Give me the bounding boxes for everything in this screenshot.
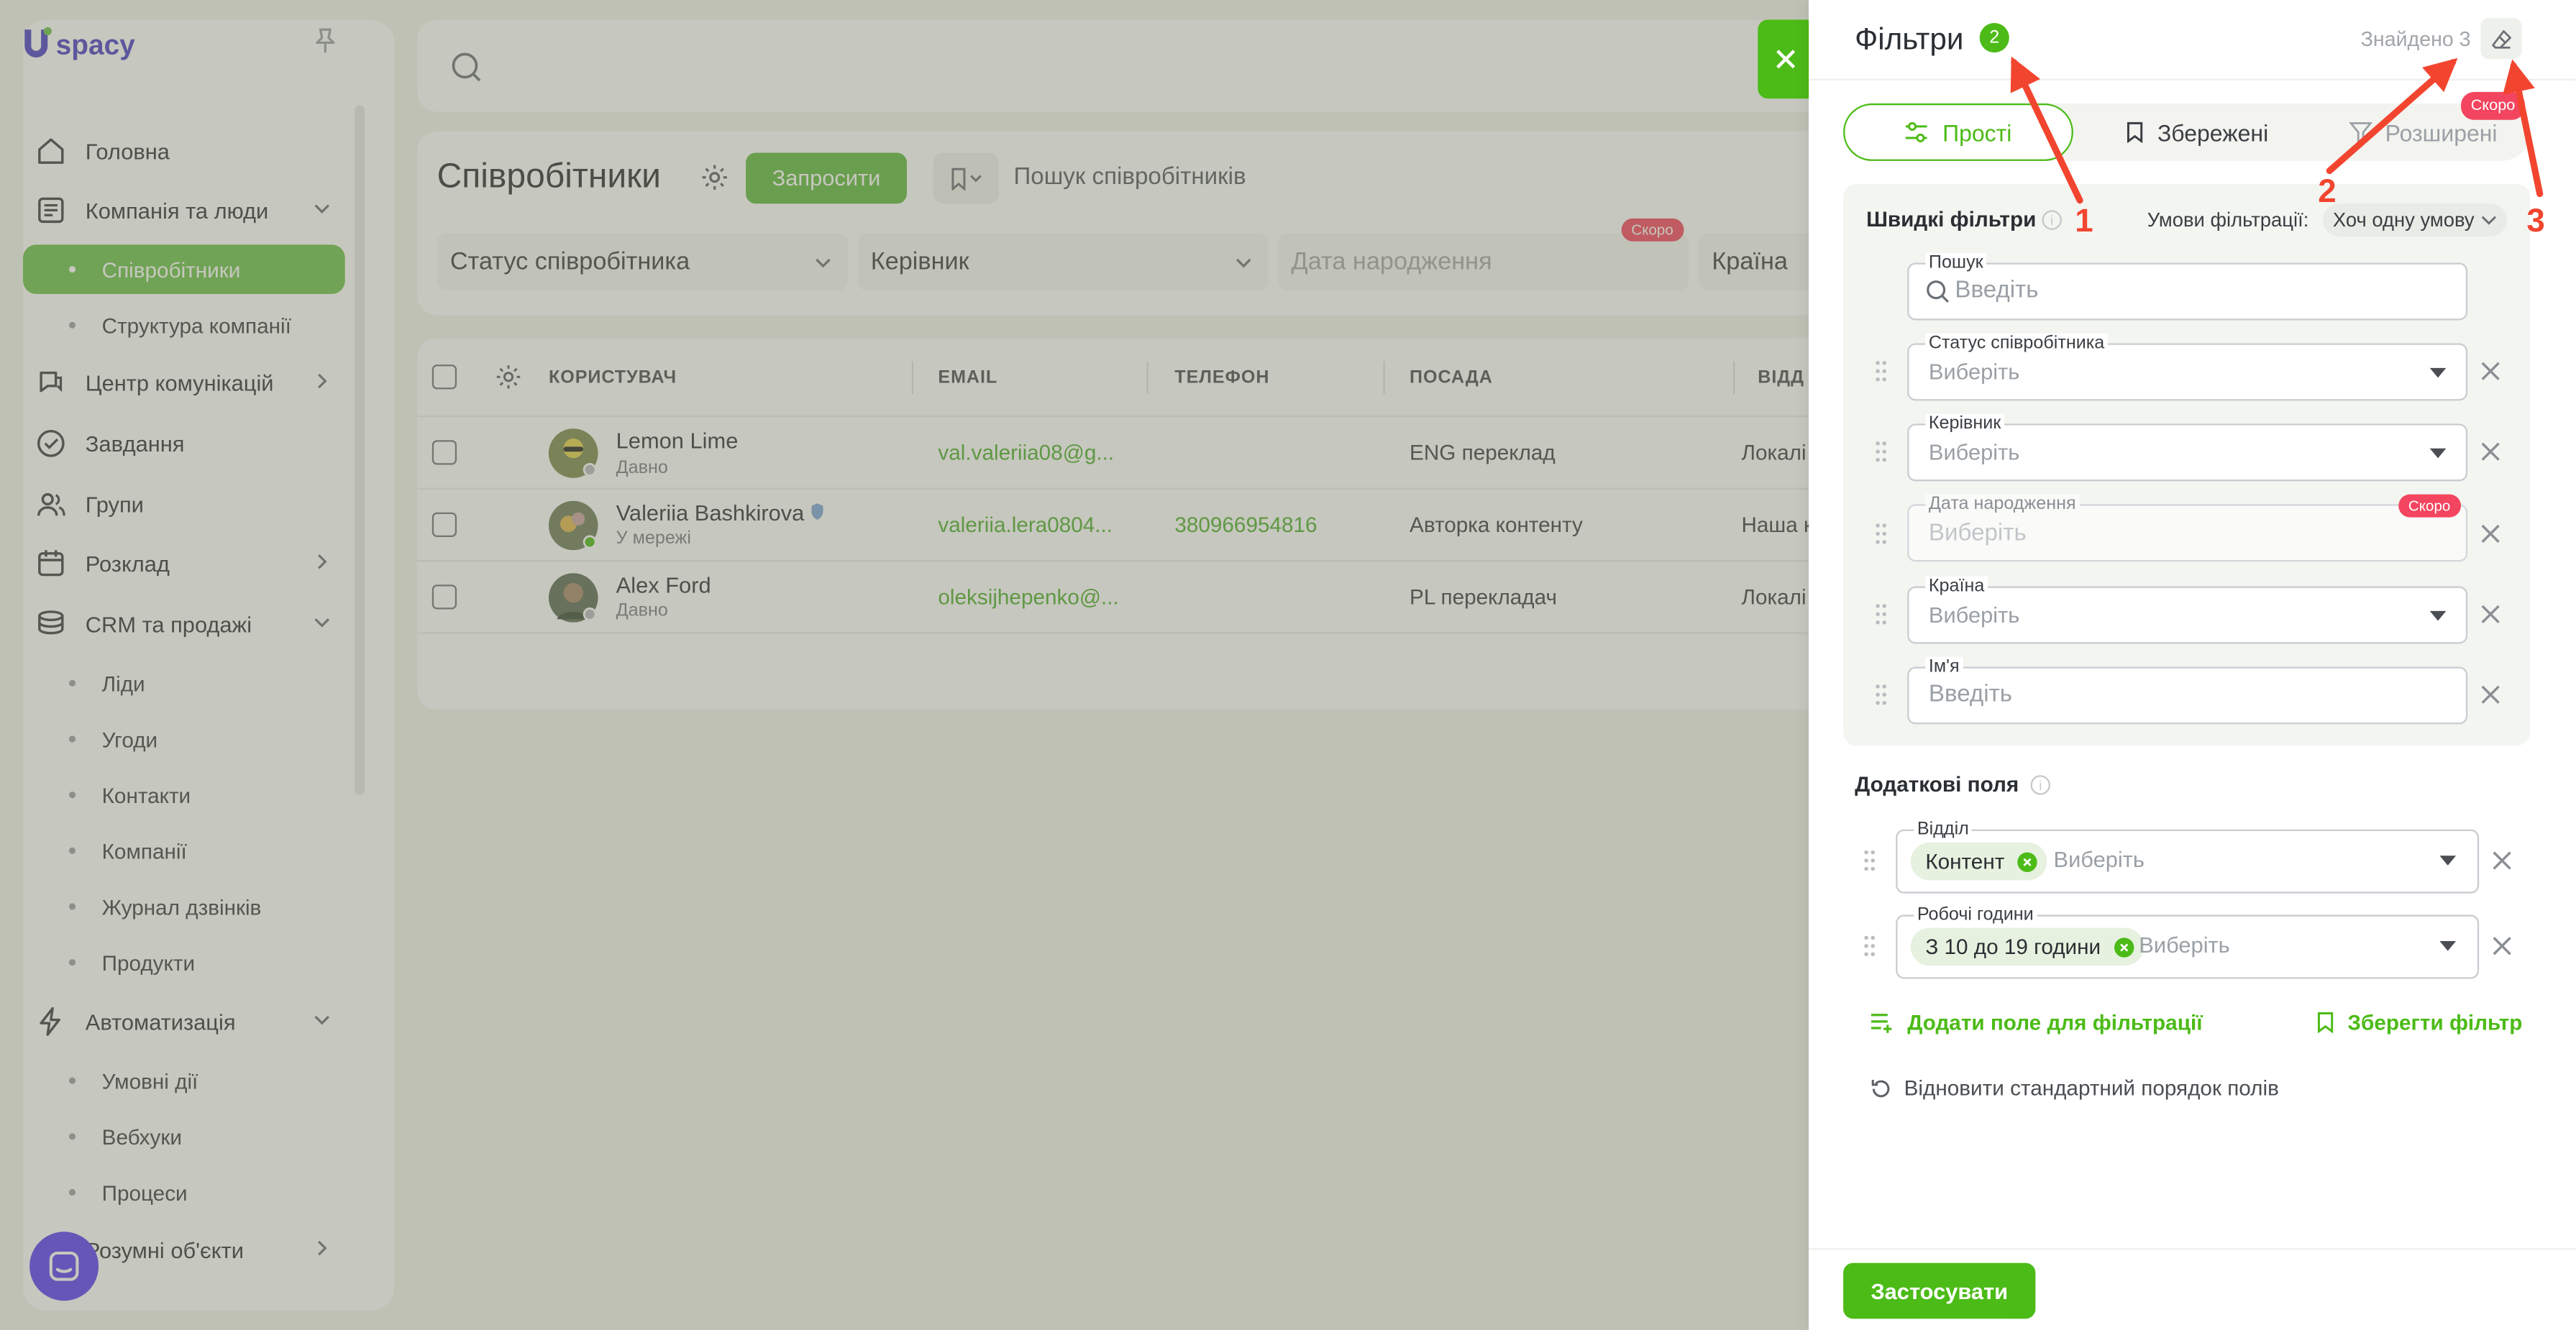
annotation-number-1: 1 xyxy=(2075,203,2093,240)
annotation-number-2: 2 xyxy=(2318,174,2337,211)
annotation-arrows xyxy=(2010,56,2544,204)
annotation-number-3: 3 xyxy=(2526,203,2545,240)
